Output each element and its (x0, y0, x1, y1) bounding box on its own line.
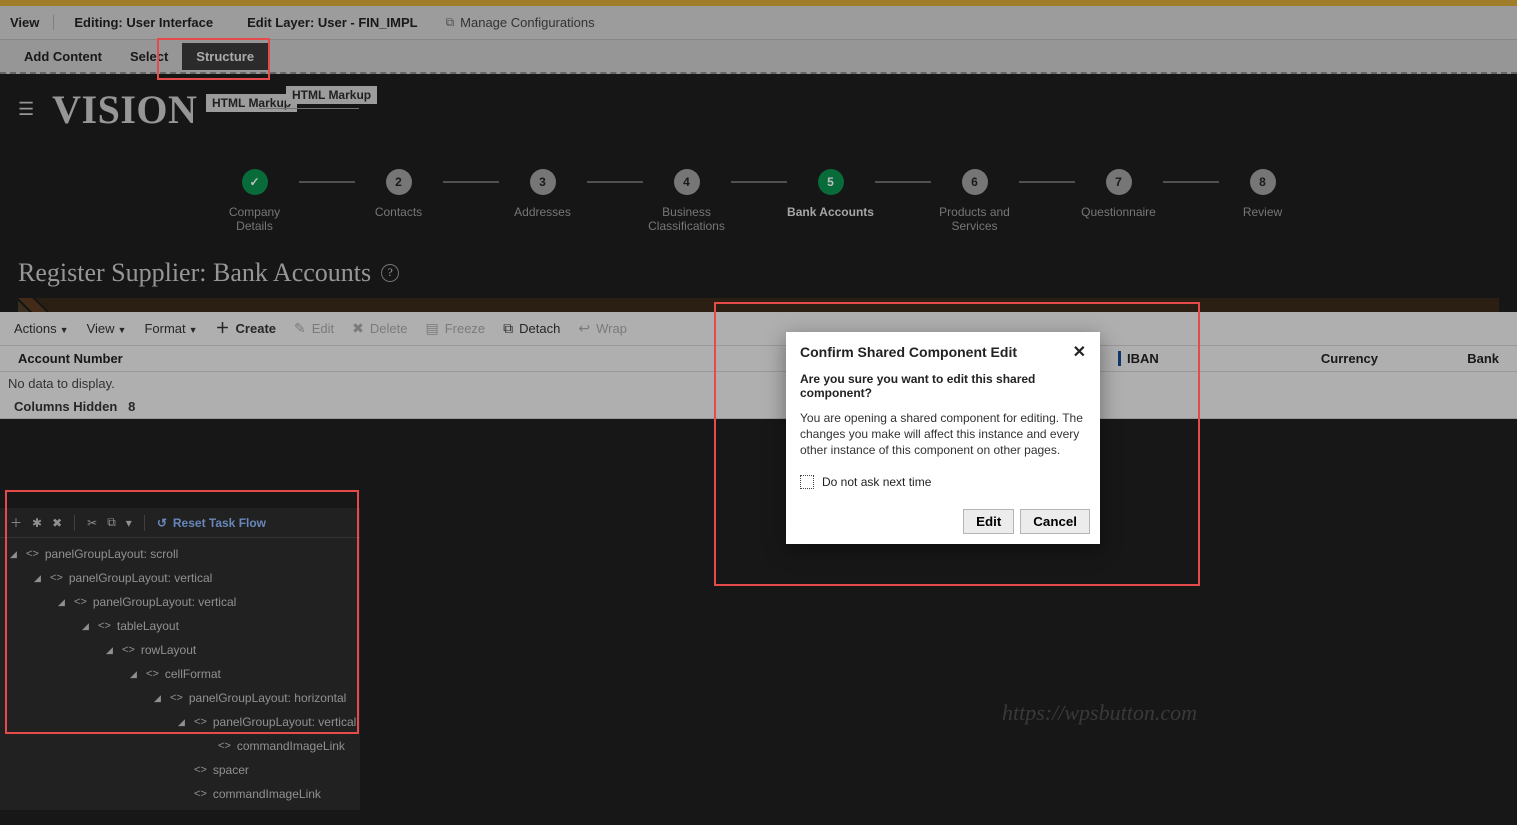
edit-dialog-button[interactable]: Edit (963, 509, 1014, 534)
cancel-button[interactable]: Cancel (1020, 509, 1090, 534)
dialog-description: You are opening a shared component for e… (800, 410, 1086, 459)
checkbox-icon (800, 475, 814, 489)
checkbox-label: Do not ask next time (822, 475, 931, 489)
confirm-dialog: Confirm Shared Component Edit ✕ Are you … (786, 332, 1100, 544)
dialog-title: Confirm Shared Component Edit (800, 344, 1017, 360)
modal-backdrop (0, 0, 1517, 825)
dont-ask-checkbox[interactable]: Do not ask next time (800, 475, 1086, 489)
close-icon[interactable]: ✕ (1073, 342, 1086, 362)
dialog-question: Are you sure you want to edit this share… (800, 372, 1086, 400)
